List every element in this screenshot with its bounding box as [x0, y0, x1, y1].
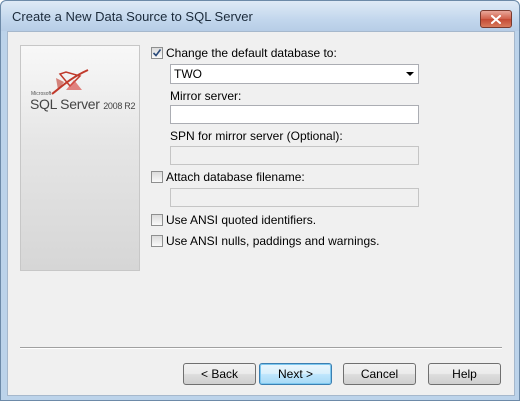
ansi-nulls-checkbox[interactable] — [151, 235, 163, 247]
ansi-nulls-label: Use ANSI nulls, paddings and warnings. — [166, 234, 380, 248]
chevron-down-icon[interactable] — [406, 72, 414, 76]
ansi-quoted-label: Use ANSI quoted identifiers. — [166, 213, 317, 227]
mirror-server-input[interactable] — [170, 105, 419, 124]
product-banner: Microsoft SQL Server 2008 R2 — [20, 45, 140, 271]
default-database-value: TWO — [174, 67, 202, 81]
attach-db-checkbox[interactable] — [151, 171, 163, 183]
ansi-nulls-checkbox-row[interactable]: Use ANSI nulls, paddings and warnings. — [151, 233, 379, 249]
spn-input[interactable] — [170, 146, 419, 165]
cancel-button[interactable]: Cancel — [343, 363, 416, 385]
product-version: 2008 R2 — [103, 101, 136, 111]
change-db-checkbox-row[interactable]: Change the default database to: — [151, 45, 337, 61]
dialog-client-area: Microsoft SQL Server 2008 R2 Change the … — [7, 31, 515, 396]
change-db-label: Change the default database to: — [166, 46, 337, 60]
title-bar[interactable]: Create a New Data Source to SQL Server — [1, 1, 519, 31]
attach-db-label: Attach database filename: — [166, 170, 305, 184]
product-title: SQL Server — [30, 96, 100, 112]
checkmark-icon — [152, 49, 162, 57]
next-button[interactable]: Next > — [259, 363, 332, 385]
back-button[interactable]: < Back — [183, 363, 256, 385]
ansi-quoted-checkbox-row[interactable]: Use ANSI quoted identifiers. — [151, 212, 316, 228]
help-button[interactable]: Help — [428, 363, 501, 385]
attach-db-checkbox-row[interactable]: Attach database filename: — [151, 169, 305, 185]
window-title: Create a New Data Source to SQL Server — [12, 9, 253, 24]
close-x-icon — [491, 14, 501, 24]
change-db-checkbox[interactable] — [151, 47, 163, 59]
mirror-server-label: Mirror server: — [170, 89, 242, 103]
button-separator — [20, 347, 502, 349]
spn-label: SPN for mirror server (Optional): — [170, 129, 343, 143]
attach-db-filename-input[interactable] — [170, 188, 419, 207]
default-database-select[interactable]: TWO — [170, 64, 419, 84]
dialog-window: Create a New Data Source to SQL Server M… — [0, 0, 520, 401]
close-button[interactable] — [480, 10, 512, 28]
ansi-quoted-checkbox[interactable] — [151, 214, 163, 226]
product-name: SQL Server 2008 R2 — [30, 96, 135, 112]
